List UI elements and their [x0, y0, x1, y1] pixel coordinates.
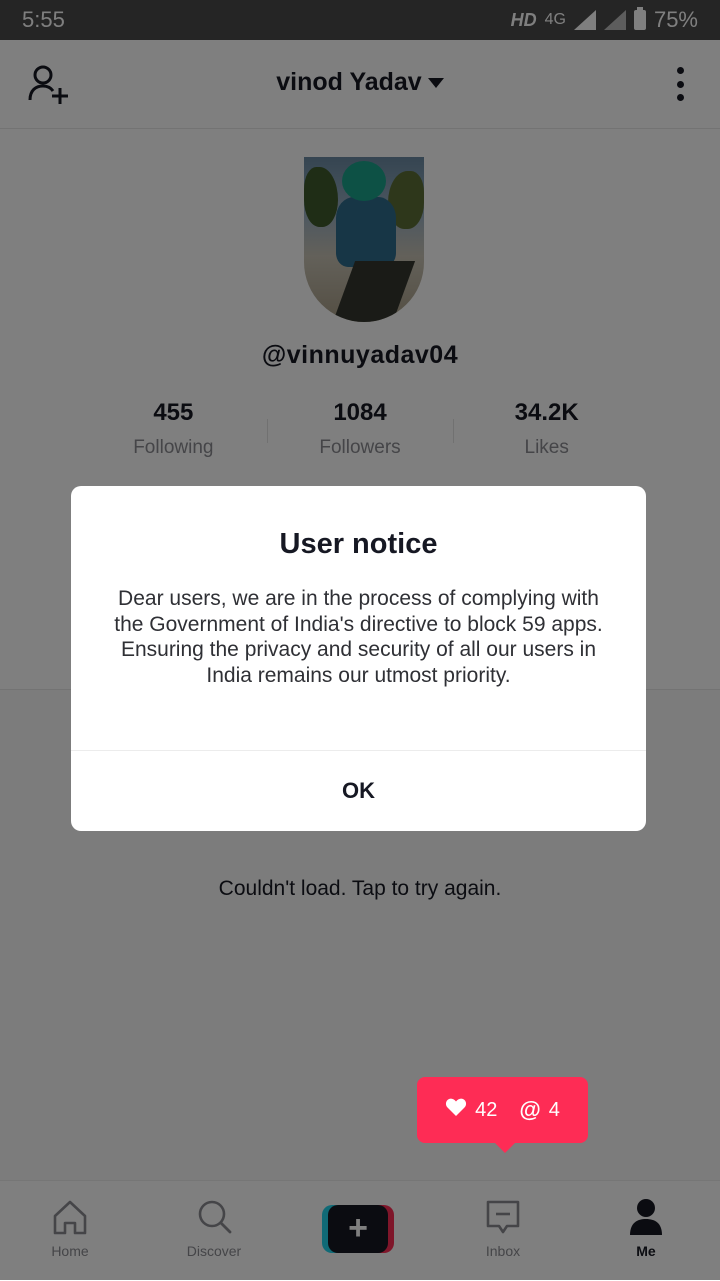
activity-notification[interactable]: 42 @ 4 — [417, 1077, 588, 1153]
dialog-message: Dear users, we are in the process of com… — [114, 587, 603, 687]
ok-button[interactable]: OK — [71, 751, 646, 831]
dialog-title: User notice — [279, 528, 438, 560]
heart-icon — [445, 1097, 467, 1123]
user-notice-dialog: User notice Dear users, we are in the pr… — [71, 486, 646, 831]
likes-count: 42 — [475, 1098, 498, 1121]
mentions-count: 4 — [548, 1098, 560, 1121]
at-icon: @ — [519, 1097, 541, 1122]
